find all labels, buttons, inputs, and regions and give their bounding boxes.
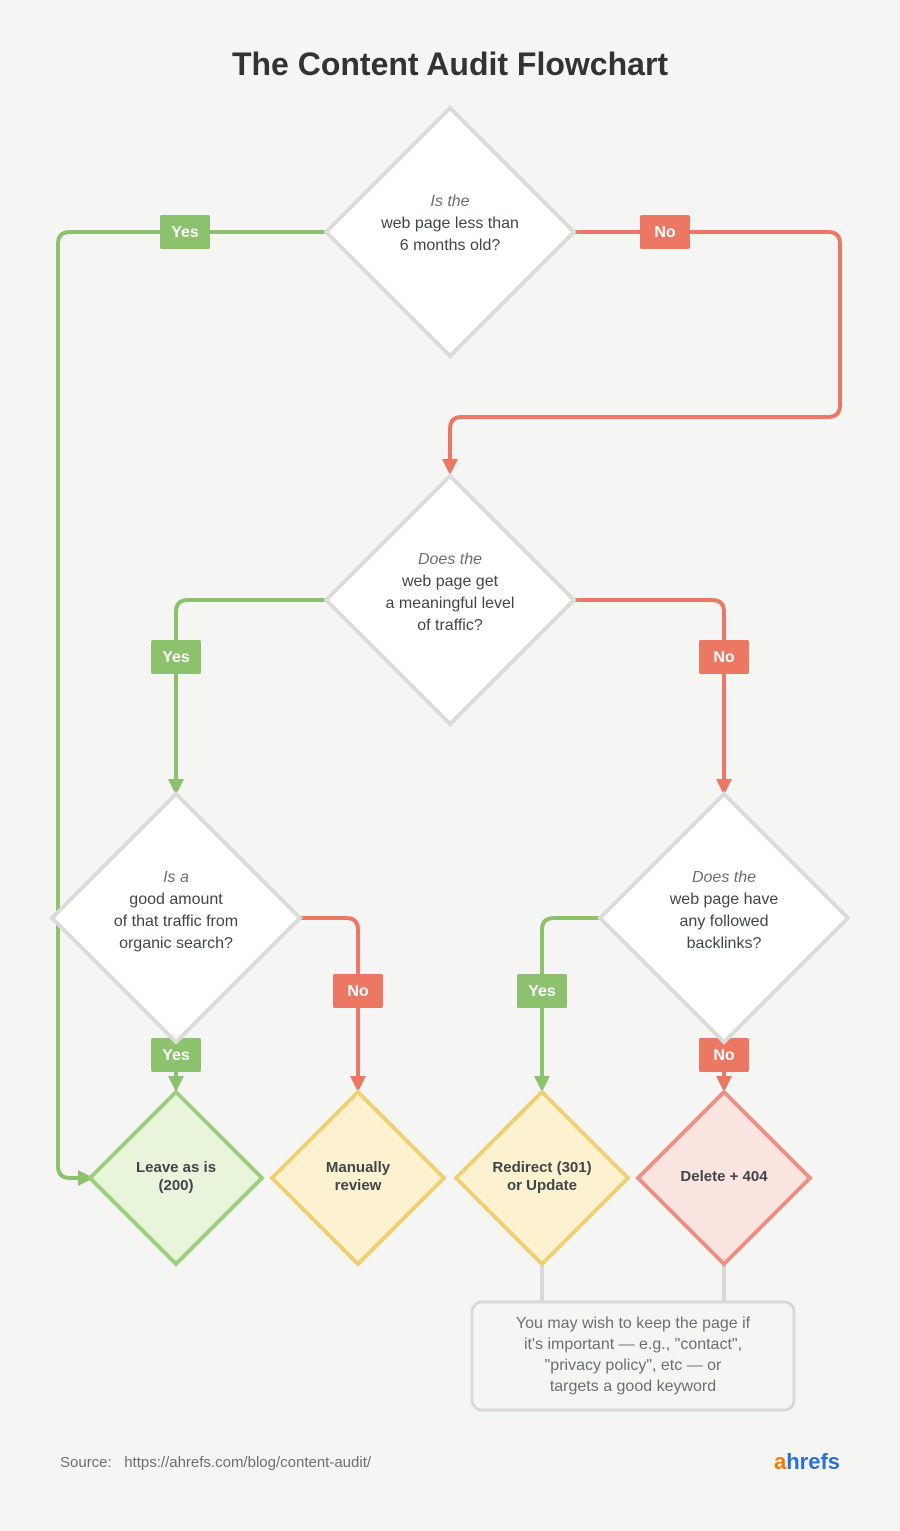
label-q3-yes: Yes	[162, 1047, 190, 1064]
svg-text:(200): (200)	[158, 1177, 193, 1194]
svg-text:web page less than: web page less than	[380, 215, 519, 232]
label-q4-yes: Yes	[528, 983, 556, 1000]
label-q2-yes: Yes	[162, 649, 190, 666]
label-q2-no: No	[713, 649, 735, 666]
source-label: Source:	[60, 1454, 112, 1471]
brand-rest: hrefs	[786, 1449, 840, 1474]
label-q3-no: No	[347, 983, 369, 1000]
svg-text:backlinks?: backlinks?	[687, 935, 762, 952]
outcome-delete: Delete + 404	[638, 1092, 810, 1264]
svg-text:You may wish to keep the page: You may wish to keep the page if	[516, 1315, 751, 1332]
footer: Source: https://ahrefs.com/blog/content-…	[60, 1449, 840, 1475]
svg-text:web page get: web page get	[401, 573, 499, 590]
outcome-leave: Leave as is (200)	[90, 1092, 262, 1264]
outcome-redirect: Redirect (301) or Update	[456, 1092, 628, 1264]
svg-text:Manually: Manually	[326, 1159, 391, 1176]
svg-text:targets a good keyword: targets a good keyword	[550, 1378, 716, 1395]
edge-q2-yes	[176, 600, 326, 779]
svg-text:Delete + 404: Delete + 404	[680, 1168, 768, 1185]
svg-text:Does the: Does the	[418, 551, 482, 568]
svg-text:web page have: web page have	[669, 891, 779, 908]
brand-a: a	[774, 1449, 786, 1474]
svg-text:Redirect (301): Redirect (301)	[492, 1159, 591, 1176]
label-q1-no: No	[654, 224, 676, 241]
flowchart-canvas: Yes No No Yes Yes No Yes No Is the web p…	[0, 0, 900, 1531]
edge-q2-no	[574, 600, 724, 779]
label-q1-yes: Yes	[171, 224, 199, 241]
svg-text:Does the: Does the	[692, 869, 756, 886]
edge-q1-yes	[58, 232, 326, 1178]
svg-text:Is a: Is a	[163, 869, 189, 886]
svg-text:"privacy policy", etc — or: "privacy policy", etc — or	[545, 1357, 722, 1374]
decision-q4: Does the web page have any followed back…	[600, 794, 848, 1042]
svg-text:any followed: any followed	[680, 913, 769, 930]
svg-text:it's important — e.g., "conta: it's important — e.g., "contact",	[524, 1336, 742, 1353]
svg-text:6 months old?: 6 months old?	[400, 237, 501, 254]
svg-text:of that traffic from: of that traffic from	[114, 913, 238, 930]
decision-q1: Is the web page less than 6 months old?	[326, 108, 574, 356]
svg-text:a meaningful level: a meaningful level	[386, 595, 515, 612]
note-box: You may wish to keep the page if it's im…	[472, 1302, 794, 1410]
svg-text:Leave as is: Leave as is	[136, 1159, 216, 1176]
brand-logo: ahrefs	[774, 1449, 840, 1475]
source-url: https://ahrefs.com/blog/content-audit/	[124, 1454, 371, 1471]
svg-text:or Update: or Update	[507, 1177, 577, 1194]
label-q4-no: No	[713, 1047, 735, 1064]
svg-text:review: review	[335, 1177, 382, 1194]
arrow-q1-no	[442, 459, 458, 475]
svg-text:Is the: Is the	[430, 193, 469, 210]
source-line: Source: https://ahrefs.com/blog/content-…	[60, 1454, 371, 1471]
svg-text:organic search?: organic search?	[119, 935, 233, 952]
decision-q3: Is a good amount of that traffic from or…	[52, 794, 300, 1042]
svg-text:of traffic?: of traffic?	[417, 617, 483, 634]
svg-text:good amount: good amount	[129, 891, 223, 908]
decision-q2: Does the web page get a meaningful level…	[326, 476, 574, 724]
outcome-review: Manually review	[272, 1092, 444, 1264]
